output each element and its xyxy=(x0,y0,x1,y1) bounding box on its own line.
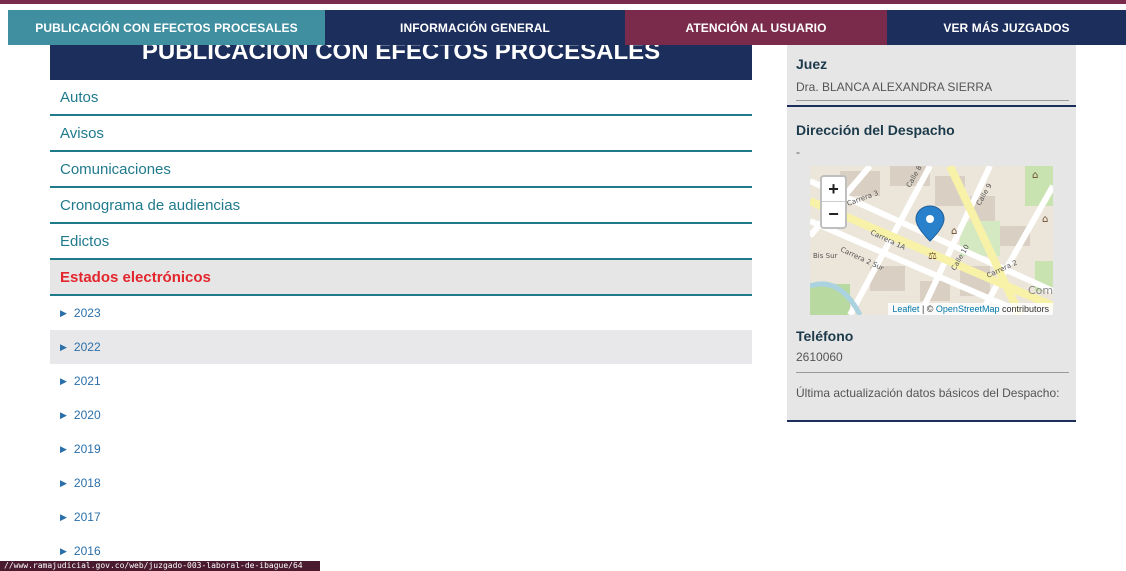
telefono-value: 2610060 xyxy=(796,350,843,364)
juez-label: Juez xyxy=(796,56,828,72)
browser-status-url: //www.ramajudicial.gov.co/web/juzgado-00… xyxy=(0,561,320,571)
year-item[interactable]: ▶ 2023 xyxy=(50,296,752,330)
location-map[interactable]: Carrera 3 Carrera 1A Carrera 2 Sur Bis S… xyxy=(810,166,1053,315)
year-item[interactable]: ▶ 2020 xyxy=(50,398,752,432)
section-title-text: PUBLICACIÓN CON EFECTOS PROCESALES xyxy=(141,45,661,65)
tab-atencion-usuario[interactable]: ATENCIÓN AL USUARIO xyxy=(625,10,887,45)
caret-right-icon: ▶ xyxy=(60,341,67,352)
divider xyxy=(796,100,1069,101)
zoom-out-button[interactable]: − xyxy=(822,202,845,227)
map-attribution: Leaflet | © OpenStreetMap contributors xyxy=(888,303,1053,315)
category-comunicaciones[interactable]: Comunicaciones xyxy=(50,152,752,188)
zoom-in-button[interactable]: + xyxy=(822,177,845,202)
poi-icon: ⌂ xyxy=(1032,170,1038,181)
year-label: 2016 xyxy=(73,544,101,558)
telefono-label: Teléfono xyxy=(796,328,854,344)
category-avisos[interactable]: Avisos xyxy=(50,116,752,152)
year-label: 2018 xyxy=(73,476,101,490)
year-item[interactable]: ▶ 2021 xyxy=(50,364,752,398)
year-label: 2017 xyxy=(73,510,101,524)
attrib-tail: contributors xyxy=(999,304,1049,314)
map-street-label: Bis Sur xyxy=(813,252,837,260)
year-label: 2019 xyxy=(73,442,101,456)
publication-panel: PUBLICACIÓN CON EFECTOS PROCESALES Autos… xyxy=(50,45,752,568)
ultima-actualizacion-label: Última actualización datos básicos del D… xyxy=(796,386,1060,400)
map-place-label: Com xyxy=(1028,284,1053,297)
category-cronograma[interactable]: Cronograma de audiencias xyxy=(50,188,752,224)
year-item[interactable]: ▶ 2018 xyxy=(50,466,752,500)
scales-icon: ⚖ xyxy=(928,251,937,262)
divider xyxy=(796,372,1069,373)
caret-right-icon: ▶ xyxy=(60,375,67,386)
caret-right-icon: ▶ xyxy=(60,307,67,318)
divider xyxy=(787,420,1076,422)
juez-value: Dra. BLANCA ALEXANDRA SIERRA xyxy=(796,80,993,94)
caret-right-icon: ▶ xyxy=(60,545,67,556)
poi-icon: ⌂ xyxy=(951,226,957,237)
category-estados-electronicos[interactable]: Estados electrónicos xyxy=(50,260,752,296)
tab-publicacion[interactable]: PUBLICACIÓN CON EFECTOS PROCESALES xyxy=(8,10,325,45)
top-accent-stripe xyxy=(0,0,1126,4)
map-zoom-control: + − xyxy=(820,175,847,229)
tab-ver-mas-juzgados[interactable]: VER MÁS JUZGADOS xyxy=(887,10,1126,45)
caret-right-icon: ▶ xyxy=(60,443,67,454)
year-label: 2023 xyxy=(73,306,101,320)
caret-right-icon: ▶ xyxy=(60,511,67,522)
top-navigation: PUBLICACIÓN CON EFECTOS PROCESALES INFOR… xyxy=(0,0,1126,45)
year-item[interactable]: ▶ 2017 xyxy=(50,500,752,534)
direccion-label: Dirección del Despacho xyxy=(796,122,955,138)
direccion-value: - xyxy=(796,145,800,159)
category-edictos[interactable]: Edictos xyxy=(50,224,752,260)
caret-right-icon: ▶ xyxy=(60,477,67,488)
year-label: 2021 xyxy=(73,374,101,388)
despacho-info-panel: Juez Dra. BLANCA ALEXANDRA SIERRA Direcc… xyxy=(787,45,1076,422)
section-title: PUBLICACIÓN CON EFECTOS PROCESALES xyxy=(50,45,752,80)
caret-right-icon: ▶ xyxy=(60,409,67,420)
year-label: 2022 xyxy=(73,340,101,354)
category-autos[interactable]: Autos xyxy=(50,80,752,116)
tab-informacion-general[interactable]: INFORMACIÓN GENERAL xyxy=(325,10,625,45)
year-label: 2020 xyxy=(73,408,101,422)
osm-link[interactable]: OpenStreetMap xyxy=(936,304,1000,314)
poi-icon: ⌂ xyxy=(1042,214,1048,225)
year-item[interactable]: ▶ 2022 xyxy=(50,330,752,364)
divider xyxy=(787,105,1076,107)
leaflet-link[interactable]: Leaflet xyxy=(892,304,919,314)
attrib-separator: | © xyxy=(919,304,936,314)
year-item[interactable]: ▶ 2019 xyxy=(50,432,752,466)
